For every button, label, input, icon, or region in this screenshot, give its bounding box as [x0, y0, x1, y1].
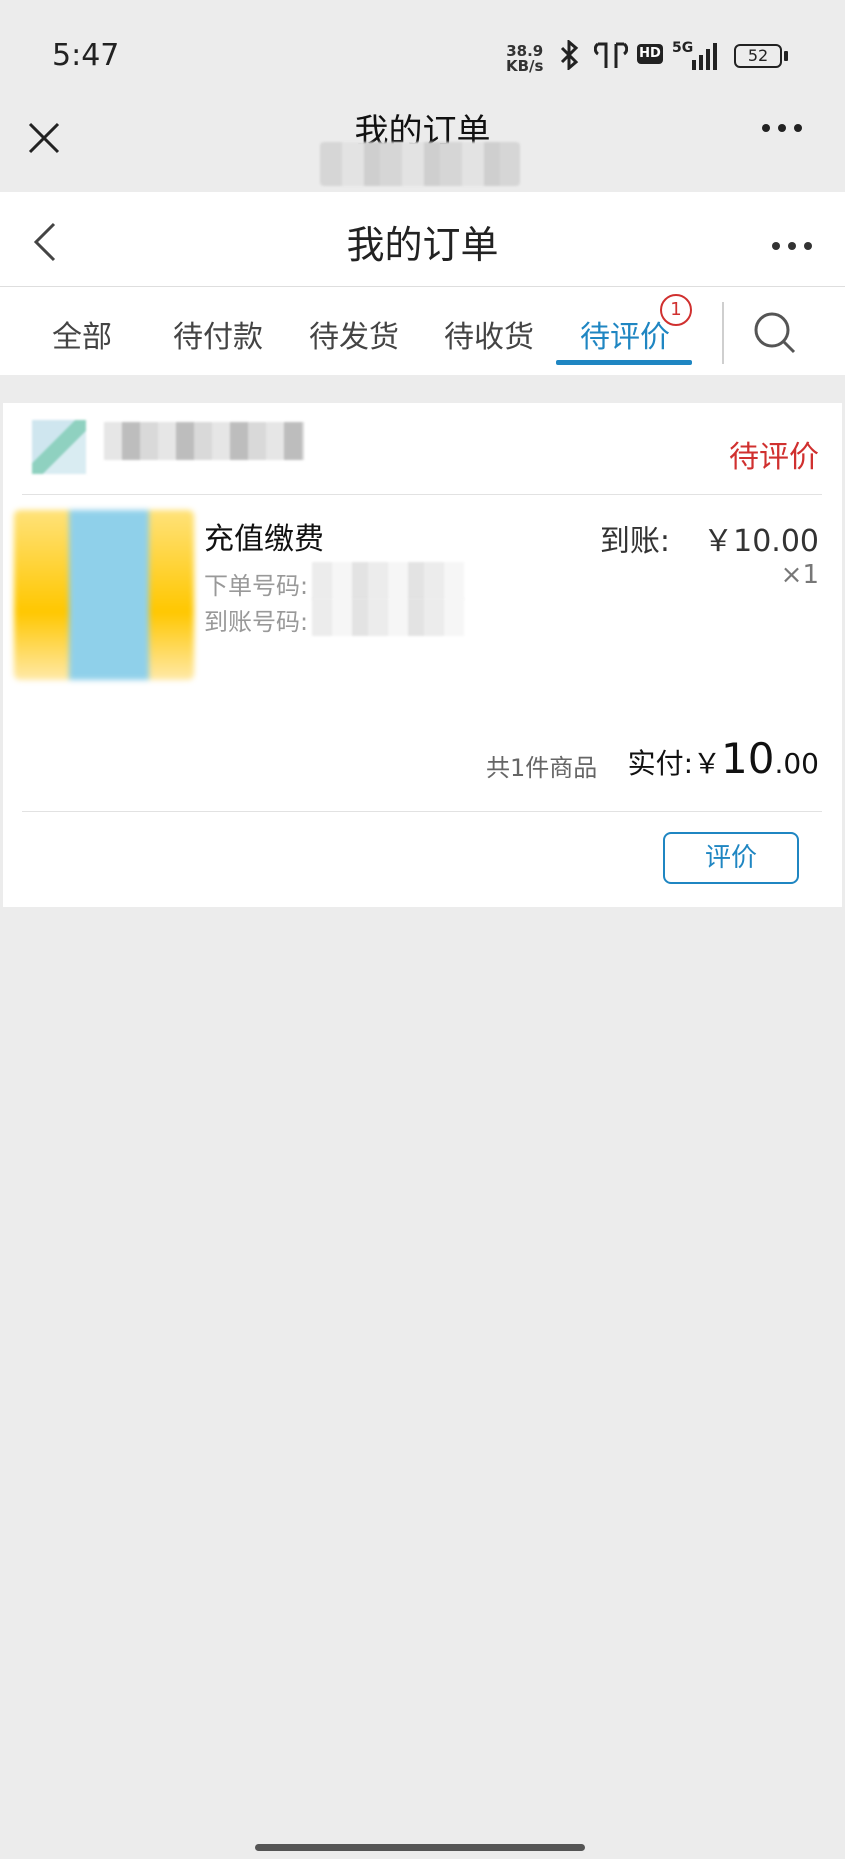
quantity: ×1 — [780, 560, 819, 590]
tab-divider — [722, 302, 724, 364]
mini-program-subtitle-redacted — [320, 142, 520, 186]
shop-avatar — [32, 420, 86, 474]
price-label: 到账: — [599, 524, 671, 559]
order-number-redacted — [312, 562, 464, 600]
network-speed-unit: KB/s — [506, 57, 544, 75]
network-speed: 38.9 KB/s — [506, 44, 543, 74]
tab-pending-review[interactable]: 待评价 — [580, 312, 670, 356]
more-options-icon[interactable] — [760, 118, 804, 137]
product-name: 充值缴费 — [204, 522, 324, 557]
tab-pending-receipt[interactable]: 待收货 — [444, 312, 534, 356]
recharge-number-label: 到账号码: — [204, 608, 309, 636]
shop-name-redacted[interactable] — [104, 422, 304, 460]
card-divider-bottom — [22, 811, 822, 812]
product-image — [14, 510, 194, 680]
price: 到账: ￥10.00 — [600, 516, 819, 560]
order-tabs — [0, 287, 845, 375]
page-more-icon[interactable] — [770, 236, 814, 255]
status-time: 5:47 — [52, 38, 120, 73]
battery-icon: 52 — [734, 44, 782, 68]
tab-pending-shipment[interactable]: 待发货 — [309, 312, 399, 356]
order-number-label: 下单号码: — [204, 572, 309, 600]
tab-badge: 1 — [660, 294, 692, 326]
paid-label: 实付: — [627, 747, 693, 780]
hd-icon: HD — [637, 44, 663, 64]
battery-tip — [784, 51, 788, 61]
signal-icon — [672, 40, 724, 76]
order-status-badge: 待评价 — [729, 440, 819, 475]
paid-amount: 实付:￥10.00 — [628, 734, 819, 783]
page-title: 我的订单 — [346, 223, 499, 267]
card-divider — [22, 494, 822, 495]
recharge-number-redacted — [312, 598, 464, 636]
paid-decimal: .00 — [774, 747, 819, 780]
tab-all[interactable]: 全部 — [52, 312, 112, 356]
tab-pending-payment[interactable]: 待付款 — [173, 312, 263, 356]
paid-currency: ￥ — [693, 747, 722, 780]
review-button[interactable]: 评价 — [663, 832, 799, 884]
price-value: ￥10.00 — [703, 524, 819, 559]
item-count: 共1件商品 — [486, 754, 598, 782]
paid-integer: 10 — [721, 734, 775, 783]
search-icon[interactable] — [752, 310, 798, 360]
active-tab-underline — [556, 360, 692, 365]
earbuds-icon — [593, 40, 629, 74]
home-indicator[interactable] — [255, 1844, 585, 1851]
bluetooth-icon — [556, 38, 582, 77]
